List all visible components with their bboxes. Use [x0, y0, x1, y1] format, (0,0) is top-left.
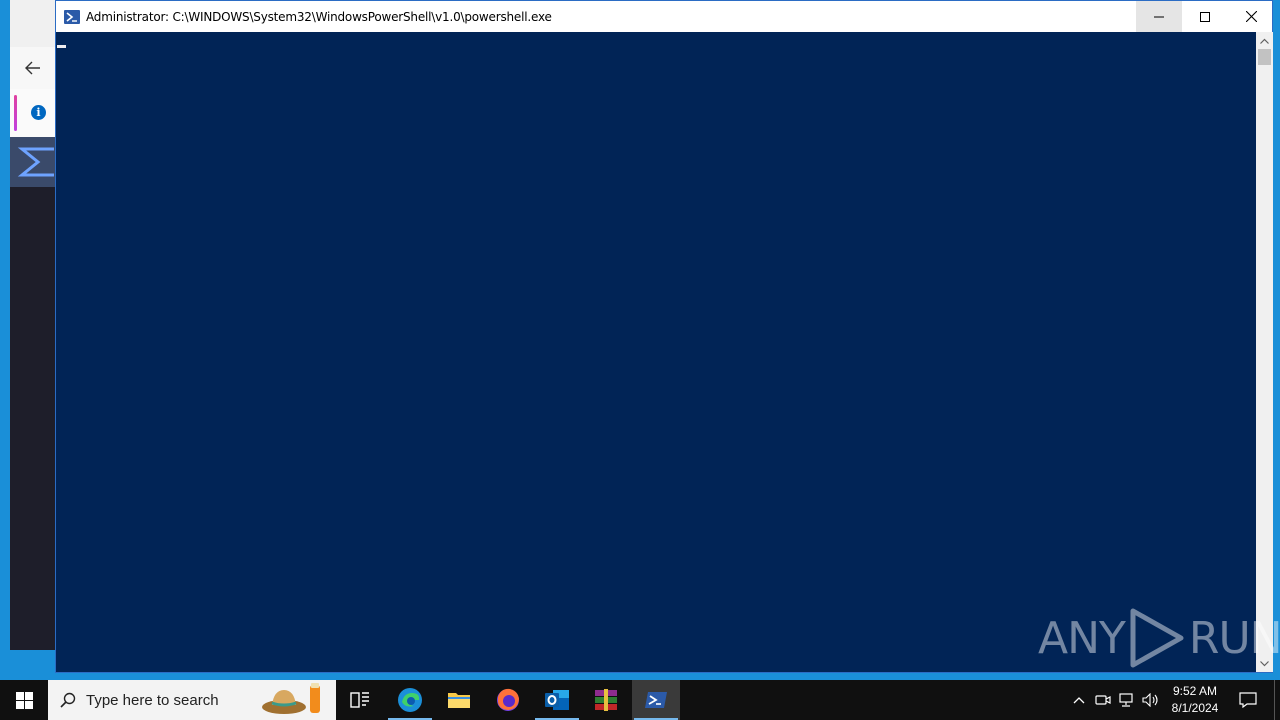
background-sigma-tile[interactable]	[10, 137, 56, 187]
meet-now-icon	[1095, 695, 1111, 705]
task-view-button[interactable]	[336, 680, 384, 720]
show-desktop-button[interactable]	[1274, 680, 1280, 720]
powershell-icon	[645, 692, 667, 708]
start-button[interactable]	[0, 680, 48, 720]
taskbar-edge[interactable]	[386, 680, 434, 720]
winrar-icon	[595, 689, 617, 711]
powershell-titlebar[interactable]: Administrator: C:\WINDOWS\System32\Windo…	[56, 1, 1272, 32]
taskbar-powershell[interactable]	[632, 680, 680, 720]
edge-icon	[398, 688, 422, 712]
taskbar-winrar[interactable]	[582, 680, 630, 720]
volume-icon	[1142, 693, 1158, 707]
outlook-icon	[545, 690, 569, 710]
background-app-titlebar	[10, 0, 56, 47]
search-highlight-hat-icon	[262, 683, 320, 714]
close-icon	[1245, 11, 1257, 22]
watermark-right: RUN	[1188, 612, 1280, 664]
tray-meet-now[interactable]	[1092, 680, 1114, 720]
tray-volume[interactable]	[1140, 680, 1162, 720]
window-title: Administrator: C:\WINDOWS\System32\Windo…	[86, 9, 552, 24]
chevron-up-icon	[1073, 697, 1085, 704]
network-icon	[1119, 693, 1133, 707]
show-hidden-icons-button[interactable]	[1068, 680, 1090, 720]
taskbar-firefox[interactable]	[484, 680, 532, 720]
scroll-up-button[interactable]	[1256, 32, 1273, 49]
vertical-scrollbar[interactable]	[1256, 32, 1273, 672]
taskbar-file-explorer[interactable]	[435, 680, 483, 720]
watermark-left: ANY	[1038, 612, 1126, 664]
anyrun-watermark: ANY RUN	[1038, 608, 1280, 668]
background-app-window: i	[10, 0, 56, 650]
clock-date: 8/1/2024	[1171, 701, 1219, 715]
banner-accent	[14, 95, 17, 131]
minimize-button[interactable]	[1136, 1, 1182, 32]
tray-network[interactable]	[1116, 680, 1138, 720]
task-view-icon	[350, 692, 369, 708]
action-center-button[interactable]	[1232, 680, 1264, 720]
background-back-button[interactable]	[10, 47, 56, 89]
minimize-icon	[1154, 16, 1164, 17]
system-clock[interactable]: 9:52 AM 8/1/2024	[1160, 683, 1230, 717]
close-button[interactable]	[1228, 1, 1274, 32]
windows-logo-icon	[15, 691, 33, 709]
clock-time: 9:52 AM	[1172, 684, 1218, 698]
text-cursor	[57, 45, 66, 48]
sigma-icon	[17, 147, 54, 177]
chevron-up-icon	[1260, 38, 1269, 44]
notification-icon	[1239, 692, 1257, 708]
play-logo-icon	[1130, 608, 1184, 668]
background-info-banner: i	[10, 89, 56, 137]
search-icon	[60, 692, 76, 708]
info-icon: i	[31, 105, 46, 120]
scroll-thumb[interactable]	[1258, 49, 1271, 65]
console-area[interactable]	[56, 32, 1256, 672]
powershell-window: Administrator: C:\WINDOWS\System32\Windo…	[55, 0, 1273, 673]
taskbar: Type here to search 9:52 AM 8/1/2024	[0, 680, 1280, 720]
maximize-icon	[1200, 11, 1210, 22]
search-box[interactable]: Type here to search	[48, 680, 336, 720]
maximize-button[interactable]	[1182, 1, 1228, 32]
powershell-icon	[64, 9, 80, 24]
taskbar-outlook[interactable]	[533, 680, 581, 720]
back-arrow-icon	[25, 61, 40, 75]
folder-icon	[448, 693, 470, 708]
search-placeholder: Type here to search	[86, 691, 219, 709]
firefox-icon	[497, 688, 519, 711]
